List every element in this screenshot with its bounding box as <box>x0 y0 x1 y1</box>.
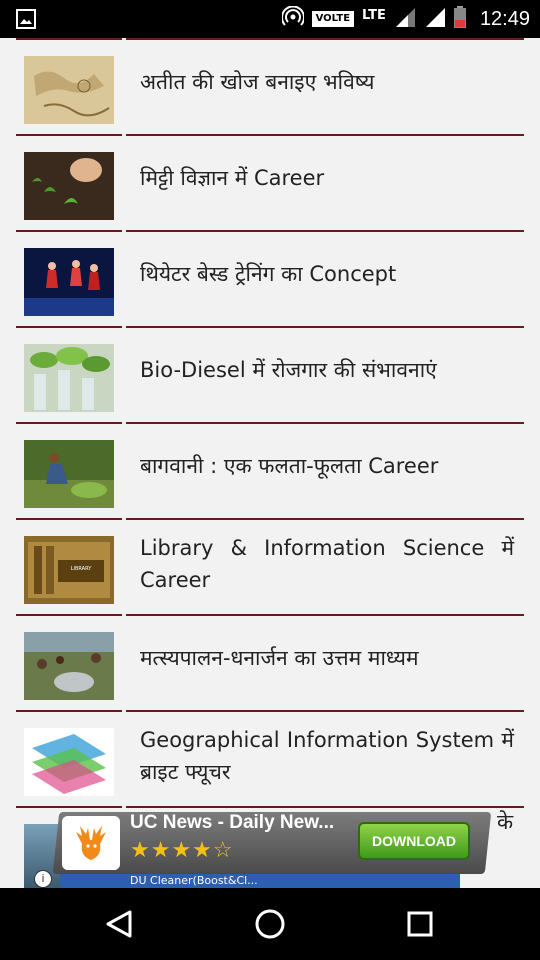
article-title[interactable]: अतीत की खोज बनाइए भविष्य <box>140 66 514 98</box>
ad-banner[interactable]: UC News - Daily New... ★★★★☆ DOWNLOAD DU… <box>0 812 540 888</box>
divider <box>126 806 524 808</box>
signal-icon <box>394 6 416 32</box>
list-item[interactable]: LIBRARY Library & Information Science मे… <box>0 518 540 616</box>
list-item[interactable]: मिट्टी विज्ञान में Career <box>0 134 540 232</box>
article-title[interactable]: थियेटर बेस्ड ट्रेनिंग का Concept <box>140 258 514 290</box>
article-title[interactable]: Geographical Information System में ब्रा… <box>140 724 514 788</box>
ad-title: UC News - Daily New... <box>130 812 335 833</box>
svg-text:LIBRARY: LIBRARY <box>71 566 93 572</box>
article-title[interactable]: बागवानी : एक फलता-फूलता Career <box>140 450 514 482</box>
theatre-thumbnail <box>24 248 114 316</box>
navigation-bar <box>0 888 540 960</box>
list-item[interactable]: थियेटर बेस्ड ट्रेनिंग का Concept <box>0 230 540 328</box>
list-item[interactable]: मत्स्यपालन-धनार्जन का उत्तम माध्यम <box>0 614 540 712</box>
list-item[interactable]: बागवानी : एक फलता-फूलता Career <box>0 422 540 520</box>
library-thumbnail: LIBRARY <box>24 536 114 604</box>
home-icon[interactable] <box>250 904 290 944</box>
gis-thumbnail <box>24 728 114 796</box>
article-list[interactable]: अतीत की खोज बनाइए भविष्य मिट्टी विज्ञान … <box>0 38 540 888</box>
fishery-thumbnail <box>24 632 114 700</box>
image-notification-icon <box>16 9 36 33</box>
status-bar: VOLTE LTE 12:49 <box>0 0 540 38</box>
article-title[interactable]: Bio-Diesel में रोजगार की संभावनाएं <box>140 354 514 386</box>
map-thumbnail <box>24 56 114 124</box>
list-item[interactable]: अतीत की खोज बनाइए भविष्य <box>0 38 540 136</box>
list-item[interactable]: Geographical Information System में ब्रा… <box>0 710 540 808</box>
ad-info-icon[interactable]: i <box>34 870 52 888</box>
plants-thumbnail <box>24 344 114 412</box>
recents-icon[interactable] <box>400 904 440 944</box>
volte-badge: VOLTE <box>311 11 355 27</box>
network-type-label: LTE <box>362 7 386 23</box>
divider <box>16 806 122 808</box>
signal-icon-2 <box>424 6 446 32</box>
ad-secondary-text: DU Cleaner(Boost&Cl... <box>60 874 460 888</box>
article-title[interactable]: मिट्टी विज्ञान में Career <box>140 162 514 194</box>
article-title[interactable]: मत्स्यपालन-धनार्जन का उत्तम माध्यम <box>140 642 514 674</box>
hotspot-icon <box>280 5 305 32</box>
gardening-thumbnail <box>24 440 114 508</box>
ad-download-button[interactable]: DOWNLOAD <box>358 822 470 860</box>
article-title[interactable]: Library & Information Science में Career <box>140 532 514 596</box>
uc-news-deer-icon <box>62 816 120 870</box>
battery-icon <box>453 6 466 32</box>
clock: 12:49 <box>479 7 530 30</box>
soil-thumbnail <box>24 152 114 220</box>
back-icon[interactable] <box>100 904 140 944</box>
list-item[interactable]: Bio-Diesel में रोजगार की संभावनाएं <box>0 326 540 424</box>
ad-rating-stars: ★★★★☆ <box>130 838 234 863</box>
